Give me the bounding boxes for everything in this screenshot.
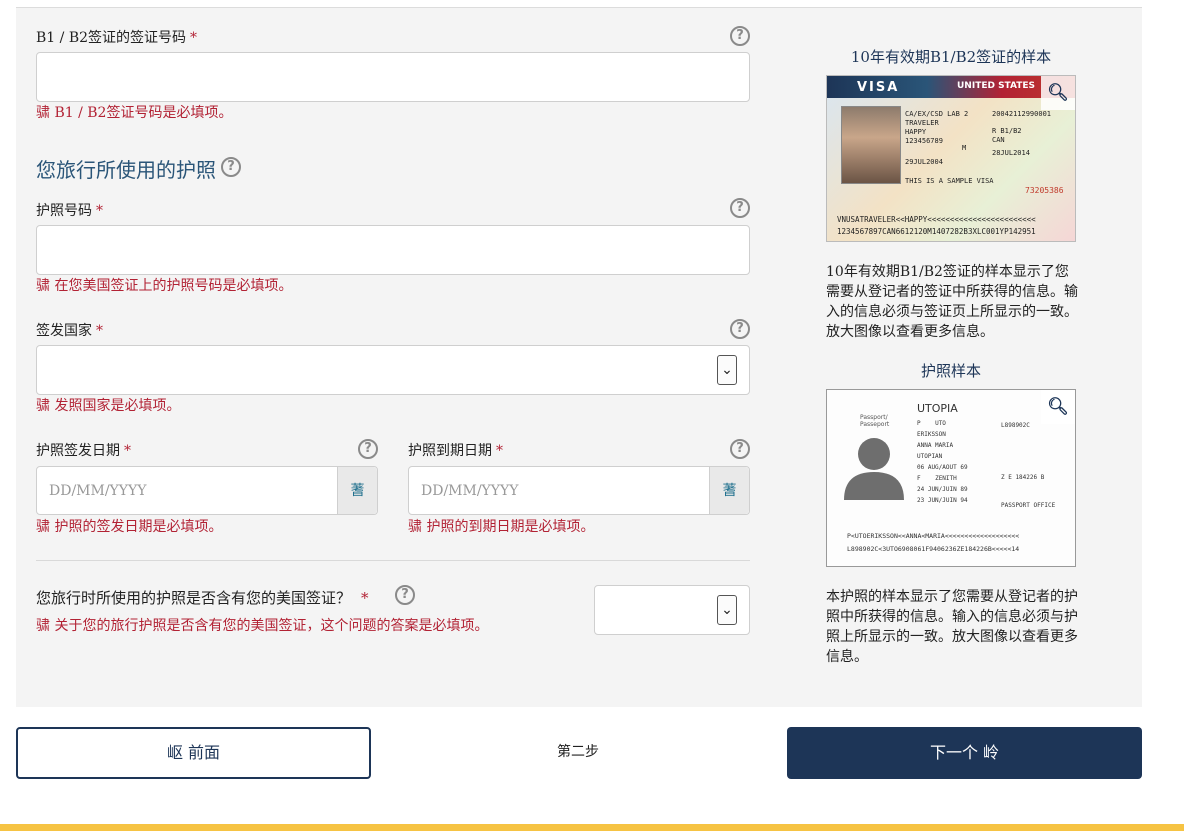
visa-fields: CA/EX/CSD LAB 2 TRAVELER HAPPY 123456789…	[905, 110, 994, 185]
issuing-country-label: 签发国家 *	[36, 323, 103, 339]
visa-serial: 73205386	[1025, 186, 1064, 195]
contains-visa-help-icon[interactable]: ?	[395, 585, 415, 605]
visa-entries: M	[962, 144, 967, 152]
expiry-date-help-icon[interactable]: ?	[730, 439, 750, 459]
expiry-date-label: 护照到期日期 *	[408, 443, 503, 459]
passport-sample-description: 本护照的样本显示了您需要从登记者的护照中所获得的信息。输入的信息必须与护照上所显…	[826, 589, 1078, 665]
passport-type-label: Passport/ Passeport	[860, 414, 890, 428]
section-divider	[36, 560, 750, 561]
contains-visa-select[interactable]: ⌄	[594, 585, 750, 635]
chevron-down-icon[interactable]: ⌄	[717, 595, 737, 625]
passport-number-field[interactable]	[36, 225, 750, 275]
issue-date-label: 护照签发日期 *	[36, 443, 131, 459]
passport-silhouette	[844, 438, 904, 500]
visa-number-field[interactable]	[36, 52, 750, 102]
calendar-icon[interactable]: 蓍	[709, 467, 749, 514]
expiry-date-error: 骕 护照的到期日期是必填项。	[408, 519, 595, 535]
issuing-country-select[interactable]: ⌄	[36, 345, 750, 395]
issuing-country-error: 骕 发照国家是必填项。	[36, 398, 181, 414]
issue-date-help-icon[interactable]: ?	[358, 439, 378, 459]
bottom-accent-bar	[0, 824, 1184, 831]
passport-number-label: 护照号码 *	[36, 203, 103, 219]
passport-sample-title: 护照样本	[920, 362, 981, 380]
passport-section-title: 您旅行所使用的护照	[36, 158, 216, 182]
visa-header-text: VISA	[857, 80, 900, 95]
chevron-down-icon[interactable]: ⌄	[717, 355, 737, 385]
issue-date-error: 骕 护照的签发日期是必填项。	[36, 519, 223, 535]
magnifier-icon[interactable]: 🔍︎	[1041, 390, 1075, 424]
visa-mrz: VNUSATRAVELER<<HAPPY<<<<<<<<<<<<<<<<<<<<…	[837, 215, 1036, 236]
passport-number-error: 骕 在您美国签证上的护照号码是必填项。	[36, 278, 293, 294]
visa-portrait	[841, 106, 901, 184]
visa-number-input[interactable]	[37, 53, 749, 101]
passport-fields-right: L898902C Z E 184226 B PASSPORT OFFICE	[1001, 422, 1056, 509]
visa-number-label: B1 / B2签证的签证号码 *	[36, 30, 198, 46]
expiry-date-input[interactable]	[409, 467, 709, 514]
passport-mrz: P<UTOERIKSSON<<ANNA<MARIA<<<<<<<<<<<<<<<…	[847, 532, 1020, 553]
visa-country-text: UNITED STATES	[957, 81, 1036, 91]
expiry-date-field[interactable]: 蓍	[408, 466, 750, 515]
visa-number-help-icon[interactable]: ?	[730, 26, 750, 46]
contains-visa-error: 骕 关于您的旅行护照是否含有您的美国签证，这个问题的答案是必填项。	[36, 618, 489, 634]
passport-country: UTOPIA	[917, 402, 958, 415]
previous-button[interactable]: 岖 前面	[16, 727, 371, 779]
visa-sample-title: 10年有效期B1/B2签证的样本	[850, 48, 1052, 66]
passport-section-help-icon[interactable]: ?	[221, 157, 241, 177]
passport-number-help-icon[interactable]: ?	[730, 198, 750, 218]
issue-date-input[interactable]	[37, 467, 337, 514]
issue-date-field[interactable]: 蓍	[36, 466, 378, 515]
visa-fields-right: 20042112990001 R B1/B2 CAN 28JUL2014	[992, 110, 1052, 157]
issuing-country-help-icon[interactable]: ?	[730, 319, 750, 339]
next-button[interactable]: 下一个 岭	[787, 727, 1142, 779]
passport-fields: P UTO ERIKSSON ANNA MARIA UTOPIAN 06 AUG…	[917, 420, 968, 504]
passport-sample-image[interactable]: UTOPIA Passport/ Passeport P UTO ERIKSSO…	[826, 389, 1076, 567]
calendar-icon[interactable]: 蓍	[337, 467, 377, 514]
contains-visa-label: 您旅行时所使用的护照是否含有您的美国签证？ *	[36, 589, 369, 607]
bottom-tab[interactable]	[0, 826, 146, 831]
magnifier-icon[interactable]: 🔍︎	[1041, 76, 1075, 110]
visa-sample-description: 10年有效期B1/B2签证的样本显示了您需要从登记者的签证中所获得的信息。输入的…	[826, 264, 1078, 340]
visa-number-error: 骕 B1 / B2签证号码是必填项。	[36, 105, 233, 121]
visa-sample-image[interactable]: VISA UNITED STATES CA/EX/CSD LAB 2 TRAVE…	[826, 75, 1076, 242]
passport-number-input[interactable]	[37, 226, 749, 274]
step-indicator: 第二步	[557, 744, 599, 760]
